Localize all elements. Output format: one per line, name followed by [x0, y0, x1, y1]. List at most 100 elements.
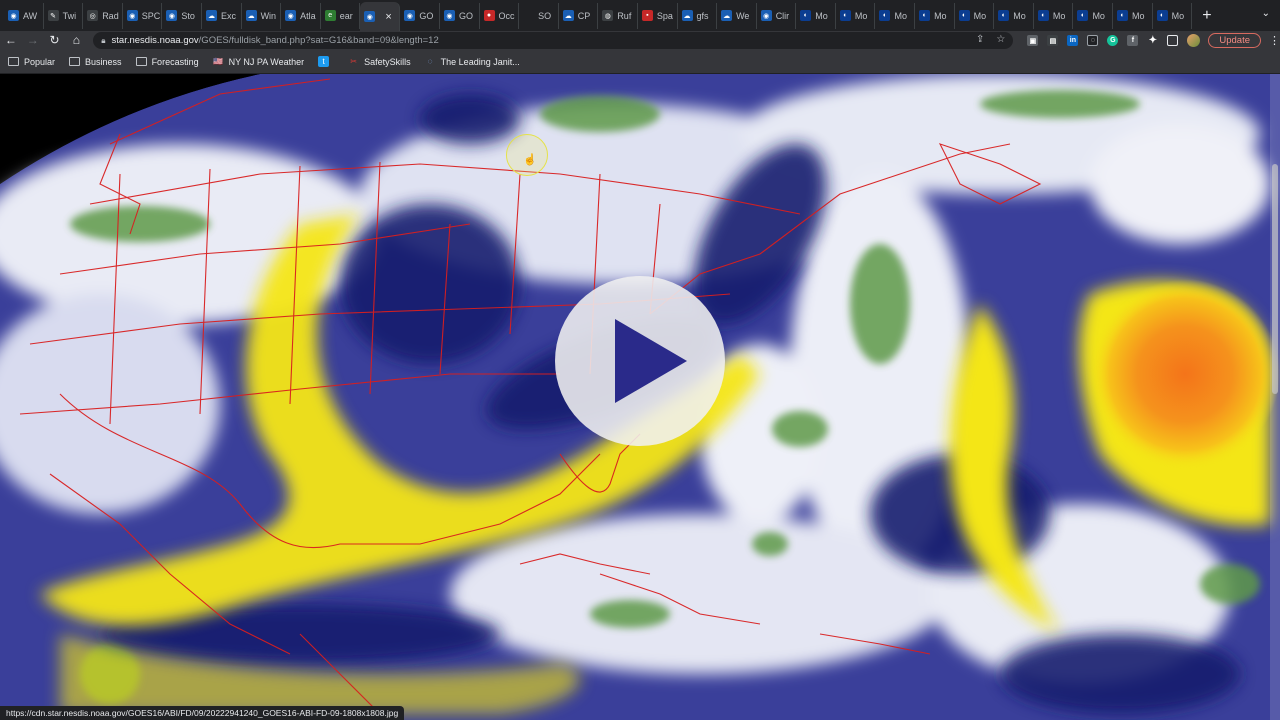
tab-label: SO — [538, 10, 552, 21]
bookmark-item[interactable]: ✂ SafetySkills — [348, 56, 411, 67]
browser-tab[interactable]: ◉ Atla — [281, 2, 321, 29]
tab-search-chevron-icon[interactable]: ⌄ — [1262, 8, 1270, 19]
scroll-thumb[interactable] — [1272, 164, 1278, 394]
bookmark-item[interactable]: Forecasting — [135, 57, 199, 67]
tab-label: ear — [339, 10, 353, 21]
tab-strip: ◉ AW ✎ Twi ◎ Rad ◉ SPC ◉ Sto ☁ Exc ☁ Win ◉ Atla e ear ◉ × ◉ G… — [0, 0, 1280, 31]
browser-tab[interactable]: ◍ Ruf — [598, 2, 638, 29]
browser-tab[interactable]: ◉ GO — [400, 2, 440, 29]
browser-tab[interactable]: ◐ Mo — [1034, 2, 1074, 29]
browser-tab[interactable]: ◐ Mo — [796, 2, 836, 29]
linkedin-icon[interactable]: in — [1067, 35, 1079, 46]
tab-label: Mo — [1013, 10, 1026, 21]
browser-tab[interactable]: SO — [519, 2, 559, 29]
browser-tab[interactable]: ◐ Mo — [1073, 2, 1114, 29]
browser-tab[interactable]: ◐ Mo — [994, 2, 1034, 29]
tab-label: Exc — [220, 10, 236, 21]
browser-tab[interactable]: ◉ Sto — [162, 2, 202, 29]
home-icon[interactable]: ⌂ — [65, 31, 87, 50]
new-tab-button[interactable]: + — [1202, 7, 1211, 25]
tab-label: Mo — [854, 10, 868, 21]
browser-tab[interactable]: ◉ AW — [4, 2, 44, 29]
noaa-icon: ◉ — [8, 10, 19, 21]
more-menu-icon[interactable]: ⋮ — [1269, 34, 1280, 47]
browser-tab[interactable]: ◐ Mo — [1153, 2, 1193, 29]
browser-tab[interactable]: ◐ Mo — [836, 2, 876, 29]
extension-icon[interactable]: ▤ — [1047, 35, 1059, 46]
browser-tab[interactable]: ☁ CP — [559, 2, 599, 29]
scrollbar[interactable] — [1270, 74, 1280, 720]
browser-tab[interactable]: ☁ We — [717, 2, 757, 29]
browser-tab[interactable]: ☁ gfs — [678, 2, 718, 29]
puzzle-icon[interactable]: ✦ — [1147, 35, 1158, 46]
lock-icon[interactable]: 🔒︎ — [101, 36, 105, 46]
sidebar-icon[interactable] — [1167, 35, 1179, 46]
bookmark-label: NY NJ PA Weather — [228, 56, 305, 67]
blank-icon — [523, 10, 535, 21]
noaa-icon: ◉ — [285, 10, 297, 21]
bookmark-star-icon[interactable]: ☆ — [996, 34, 1005, 45]
weather-icon: ☁ — [721, 10, 733, 21]
tab-label: Mo — [934, 10, 947, 21]
moon-icon: ◐ — [1156, 10, 1168, 21]
browser-tab[interactable]: ◐ Mo — [955, 2, 995, 29]
folder-icon — [135, 57, 147, 66]
bookmark-label: Popular — [24, 56, 56, 67]
browser-tab[interactable]: ● Occ — [480, 2, 520, 29]
noaa-icon: ◉ — [404, 10, 416, 21]
extension-icon[interactable]: ◌ — [1087, 35, 1099, 46]
noaa-icon: ◉ — [166, 10, 178, 21]
browser-tab[interactable]: ◉ SPC — [123, 2, 163, 29]
browser-tab[interactable]: ◉ × — [360, 2, 401, 31]
flag-icon: ▪ — [641, 10, 653, 21]
extension-icon[interactable]: ▣ — [1027, 35, 1039, 46]
browser-tab[interactable]: ▪ Spa — [638, 2, 678, 29]
browser-tab[interactable]: ☁ Win — [242, 2, 282, 29]
tab-label: Mo — [973, 10, 987, 21]
browser-tab[interactable]: e ear — [321, 2, 361, 29]
play-button[interactable] — [555, 276, 725, 446]
satellite-image-view[interactable]: ☝ https://cdn.star.nesdis.noaa.gov/GOES1… — [0, 74, 1280, 720]
bookmark-label: Business — [85, 56, 122, 67]
back-arrow-icon[interactable]: ← — [0, 31, 22, 50]
browser-tab[interactable]: ◐ Mo — [875, 2, 916, 29]
share-icon[interactable]: ⇪ — [976, 34, 984, 45]
tab-label: Occ — [498, 10, 515, 21]
browser-tab[interactable]: ◐ Mo — [1113, 2, 1153, 29]
avatar[interactable] — [1187, 34, 1201, 47]
tab-label: Mo — [1092, 10, 1105, 21]
bookmark-label: SafetySkills — [364, 56, 411, 67]
extension-icon[interactable]: f — [1127, 35, 1139, 46]
link-status-bar: https://cdn.star.nesdis.noaa.gov/GOES16/… — [0, 706, 405, 720]
very-dry-region — [1090, 279, 1280, 469]
feather-icon: ✎ — [47, 10, 59, 21]
tab-label: gfs — [696, 10, 709, 21]
reload-icon[interactable]: ↻ — [44, 31, 66, 50]
bookmark-item[interactable]: ◌ The Leading Janit... — [425, 57, 520, 67]
bookmark-item[interactable]: t — [318, 56, 334, 67]
tab-label: Sto — [181, 10, 195, 21]
tab-label: GO — [458, 10, 473, 21]
browser-tab[interactable]: ◐ Mo — [915, 2, 955, 29]
bookmark-label: The Leading Janit... — [440, 56, 520, 67]
drop-icon: ● — [483, 10, 495, 21]
grammarly-icon[interactable]: G — [1107, 35, 1119, 46]
tab-label: GO — [419, 10, 434, 21]
address-bar[interactable]: 🔒︎ star.nesdis.noaa.gov/GOES/fulldisk_ba… — [93, 32, 1014, 49]
update-button[interactable]: Update — [1208, 33, 1262, 48]
bookmark-item[interactable]: Popular — [8, 57, 55, 67]
play-icon — [615, 319, 687, 403]
close-tab-icon[interactable]: × — [385, 11, 391, 23]
tab-label: Spa — [656, 10, 673, 21]
forward-arrow-icon[interactable]: → — [22, 31, 44, 50]
moon-icon: ◐ — [1117, 10, 1129, 21]
tab-label: Clir — [775, 10, 790, 21]
tab-label: Ruf — [617, 10, 632, 21]
browser-tab[interactable]: ☁ Exc — [202, 2, 242, 29]
browser-tab[interactable]: ◉ GO — [440, 2, 480, 29]
browser-tab[interactable]: ✎ Twi — [44, 2, 84, 29]
bookmark-item[interactable]: Business — [69, 57, 122, 67]
bookmark-item[interactable]: 🇺🇸︎ NY NJ PA Weather — [213, 56, 305, 67]
browser-tab[interactable]: ◉ Clir — [757, 2, 797, 29]
browser-tab[interactable]: ◎ Rad — [83, 2, 123, 29]
